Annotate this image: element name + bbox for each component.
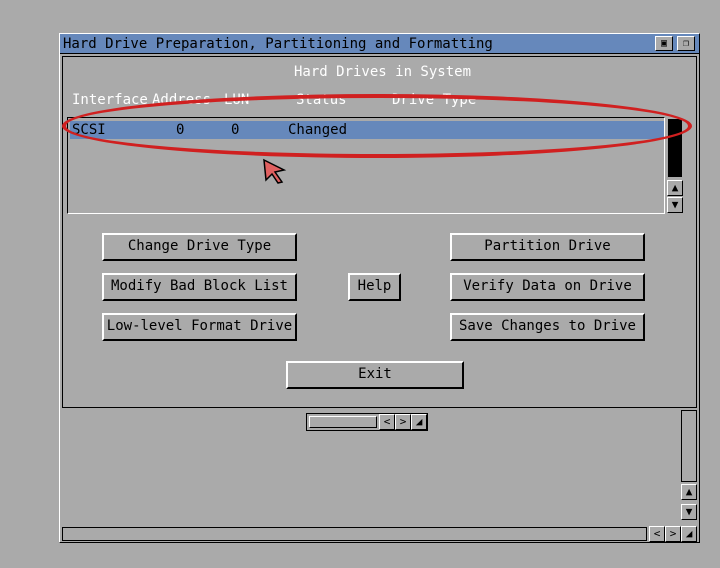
inner-scroll-knob[interactable] xyxy=(309,416,377,428)
window-size-gadget-icon[interactable]: ◢ xyxy=(681,526,697,542)
help-button[interactable]: Help xyxy=(348,273,401,301)
list-scroll-up-icon[interactable]: ▲ xyxy=(667,180,683,196)
save-changes-button[interactable]: Save Changes to Drive xyxy=(450,313,645,341)
exit-button[interactable]: Exit xyxy=(286,361,464,389)
inner-scroll-right-icon[interactable]: > xyxy=(395,414,411,430)
zoom-gadget-icon[interactable]: ❐ xyxy=(677,36,695,51)
window-vertical-scrollbar[interactable] xyxy=(681,410,697,482)
change-drive-type-button[interactable]: Change Drive Type xyxy=(102,233,297,261)
annotation-ellipse xyxy=(62,94,692,158)
verify-data-button[interactable]: Verify Data on Drive xyxy=(450,273,645,301)
inner-scroll-left-icon[interactable]: < xyxy=(379,414,395,430)
window-horizontal-scrollbar[interactable] xyxy=(62,527,647,541)
window-scroll-right-icon[interactable]: > xyxy=(665,526,681,542)
mouse-pointer-icon xyxy=(263,158,287,184)
list-scroll-down-icon[interactable]: ▼ xyxy=(667,197,683,213)
section-heading: Hard Drives in System xyxy=(294,64,472,80)
window-scroll-up-icon[interactable]: ▲ xyxy=(681,484,697,500)
window-scroll-left-icon[interactable]: < xyxy=(649,526,665,542)
window-scroll-down-icon[interactable]: ▼ xyxy=(681,504,697,520)
modify-bad-block-list-button[interactable]: Modify Bad Block List xyxy=(102,273,297,301)
window-title: Hard Drive Preparation, Partitioning and… xyxy=(63,36,493,52)
inner-size-gadget-icon[interactable]: ◢ xyxy=(411,414,427,430)
low-level-format-button[interactable]: Low-level Format Drive xyxy=(102,313,297,341)
partition-drive-button[interactable]: Partition Drive xyxy=(450,233,645,261)
depth-gadget-icon[interactable]: ▣ xyxy=(655,36,673,51)
